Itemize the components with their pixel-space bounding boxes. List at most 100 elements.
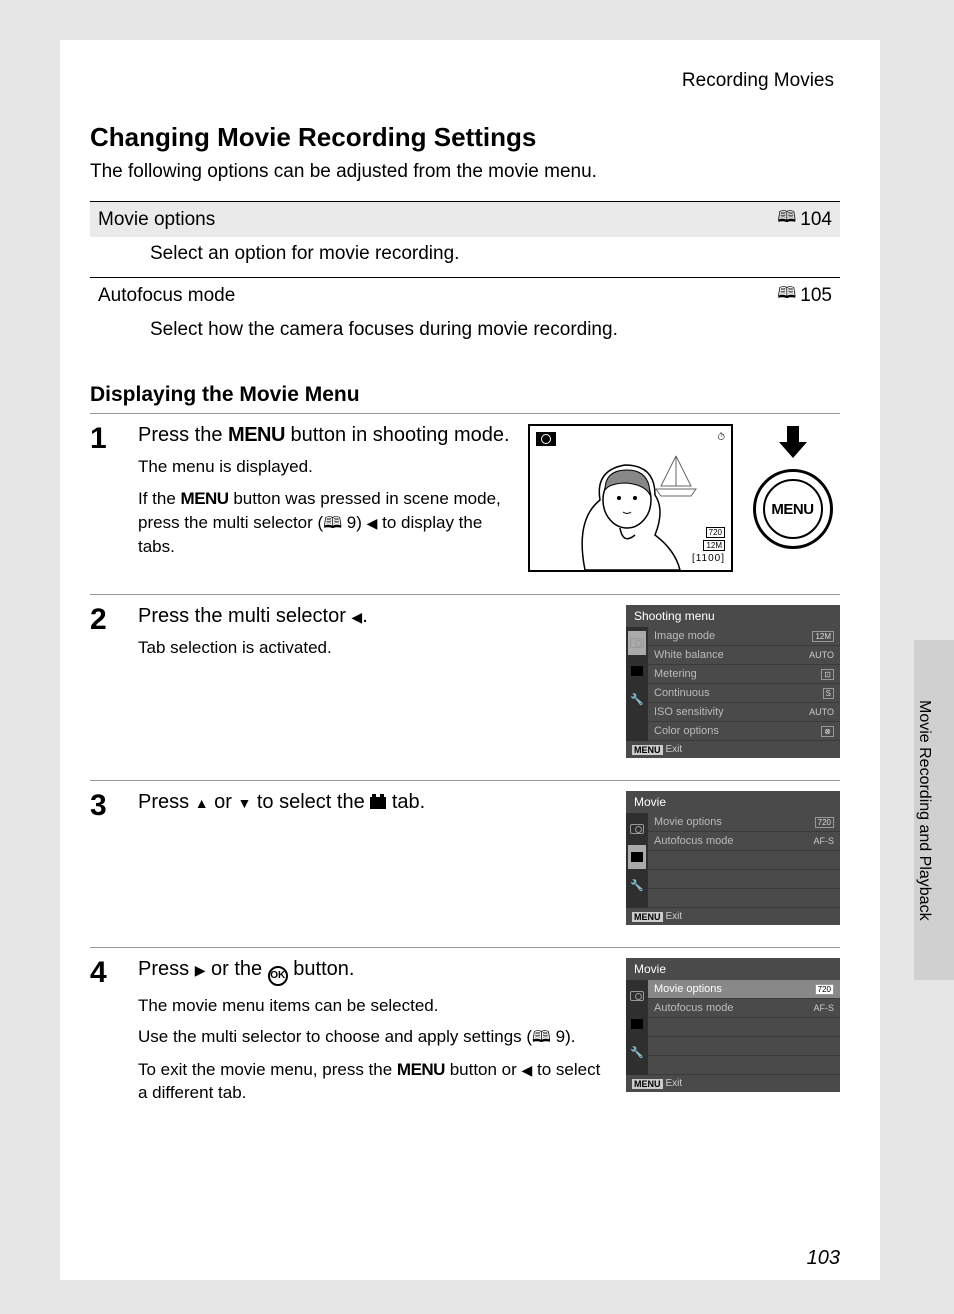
movie-tab[interactable] [628,1012,646,1036]
menu-button[interactable]: MENU [763,479,823,539]
movie-tab[interactable] [628,659,646,683]
row-value: AUTO [809,650,834,660]
text: If the [138,489,181,508]
menu-footer: MENUExit [626,908,840,925]
row-label: ISO sensitivity [654,706,724,718]
down-arrow-icon [775,424,811,460]
row-value-icon: ⊗ [821,726,834,737]
text: Press the multi selector [138,605,351,627]
row-label: Metering [654,668,697,680]
step-illustration: ⏱ 720 12M [1100] MENU [528,424,840,572]
row-label: Movie options [654,816,722,828]
options-table: Movie options 104 Select an option for m… [90,201,840,353]
exit-label: Exit [666,911,683,922]
menu-row[interactable]: Movie options 720 [648,813,840,832]
option-name: Movie options [98,209,215,231]
book-icon [777,206,796,233]
row-label: White balance [654,649,724,661]
menu-badge: MENU [632,912,663,922]
camera-tab[interactable] [628,984,646,1008]
step-1: 1 Press the MENU button in shooting mode… [90,424,840,572]
up-arrow-icon [195,791,209,813]
menu-badge: MENU [632,1079,663,1089]
option-name: Autofocus mode [98,285,235,307]
separator [90,594,840,595]
setup-tab[interactable] [628,1040,646,1064]
camera-tab[interactable] [628,631,646,655]
menu-row[interactable]: Autofocus modeAF-S [648,999,840,1018]
menu-body: Image mode 12M White balance AUTO Metering… [626,627,840,741]
option-pageref: 105 [777,282,832,309]
menu-row[interactable]: Color options ⊗ [648,722,840,741]
text: Use the multi selector to choose and app… [138,1027,532,1046]
menu-row [648,851,840,870]
menu-button-text: MENU [228,424,285,446]
row-value: S [823,688,834,699]
step-main: Press or to select the tab. [138,791,608,814]
menu-rows: Movie options 720 Autofocus modeAF-S [648,980,840,1075]
menu-row[interactable]: ISO sensitivityAUTO [648,703,840,722]
menu-rows: Image mode 12M White balance AUTO Metering… [648,627,840,741]
step-illustration: Movie Movie options720 Autofocus modeAF-… [626,958,840,1113]
option-desc: Select how the camera focuses during mov… [90,313,840,353]
step-number: 1 [90,424,120,572]
text: or [209,791,238,813]
setup-tab[interactable] [628,873,646,897]
side-section-label: Movie Recording and Playback [894,640,954,980]
menu-row [648,889,840,908]
step-body: Press or the OK button. The movie menu i… [138,958,608,1113]
menu-row[interactable]: White balance AUTO [648,646,840,665]
menu-title: Shooting menu [626,605,840,627]
menu-tabs [626,980,648,1075]
row-value: 720 [815,817,834,828]
camera-shooting-menu: Shooting menu Image mode 12M White balanc… [626,605,840,758]
menu-button-text: MENU [181,489,229,508]
book-icon [323,513,342,532]
sailboat-illustration [651,451,701,501]
movie-tab-icon [370,797,386,809]
movie-icon [631,666,643,676]
row-label: Color options [654,725,719,737]
side-label-text: Movie Recording and Playback [915,700,933,921]
step-4: 4 Press or the OK button. The movie menu… [90,958,840,1113]
exit-label: Exit [666,1078,683,1089]
movie-tab[interactable] [628,845,646,869]
row-value: 720 [815,984,834,995]
separator [90,413,840,414]
left-arrow-icon [367,513,378,532]
text: or the [205,958,267,980]
text: . [362,605,368,627]
menu-body: Movie options 720 Autofocus modeAF-S [626,813,840,908]
camera-icon [630,638,644,648]
row-value-icon: ⊡ [821,669,834,680]
option-pageref: 104 [777,206,832,233]
menu-row[interactable]: Image mode 12M [648,627,840,646]
menu-tabs [626,627,648,741]
row-label: Image mode [654,630,715,642]
menu-row-selected[interactable]: Movie options 720 [648,980,840,999]
setup-tab[interactable] [628,687,646,711]
step-2: 2 Press the multi selector . Tab selecti… [90,605,840,758]
menu-row [648,870,840,889]
menu-row [648,1018,840,1037]
option-desc: Select an option for movie recording. [90,237,840,277]
camera-tab[interactable] [628,817,646,841]
menu-row[interactable]: Autofocus modeAF-S [648,832,840,851]
camera-icon [630,991,644,1001]
left-arrow-icon [522,1060,533,1079]
menu-footer: MENUExit [626,741,840,758]
step-number: 4 [90,958,120,1113]
text: Press [138,958,195,980]
menu-row[interactable]: ContinuousS [648,684,840,703]
wrench-icon [630,693,644,706]
step-main: Press or the OK button. [138,958,608,986]
row-label: Movie options [654,983,722,995]
menu-row[interactable]: Metering ⊡ [648,665,840,684]
menu-row [648,1056,840,1075]
row-value: 12M [812,631,834,642]
lcd-preview: ⏱ 720 12M [1100] [528,424,733,572]
camera-movie-menu: Movie Movie options720 Autofocus modeAF-… [626,791,840,925]
right-arrow-icon [195,958,206,980]
step-sub: If the MENU button was pressed in scene … [138,487,510,559]
menu-row [648,1037,840,1056]
